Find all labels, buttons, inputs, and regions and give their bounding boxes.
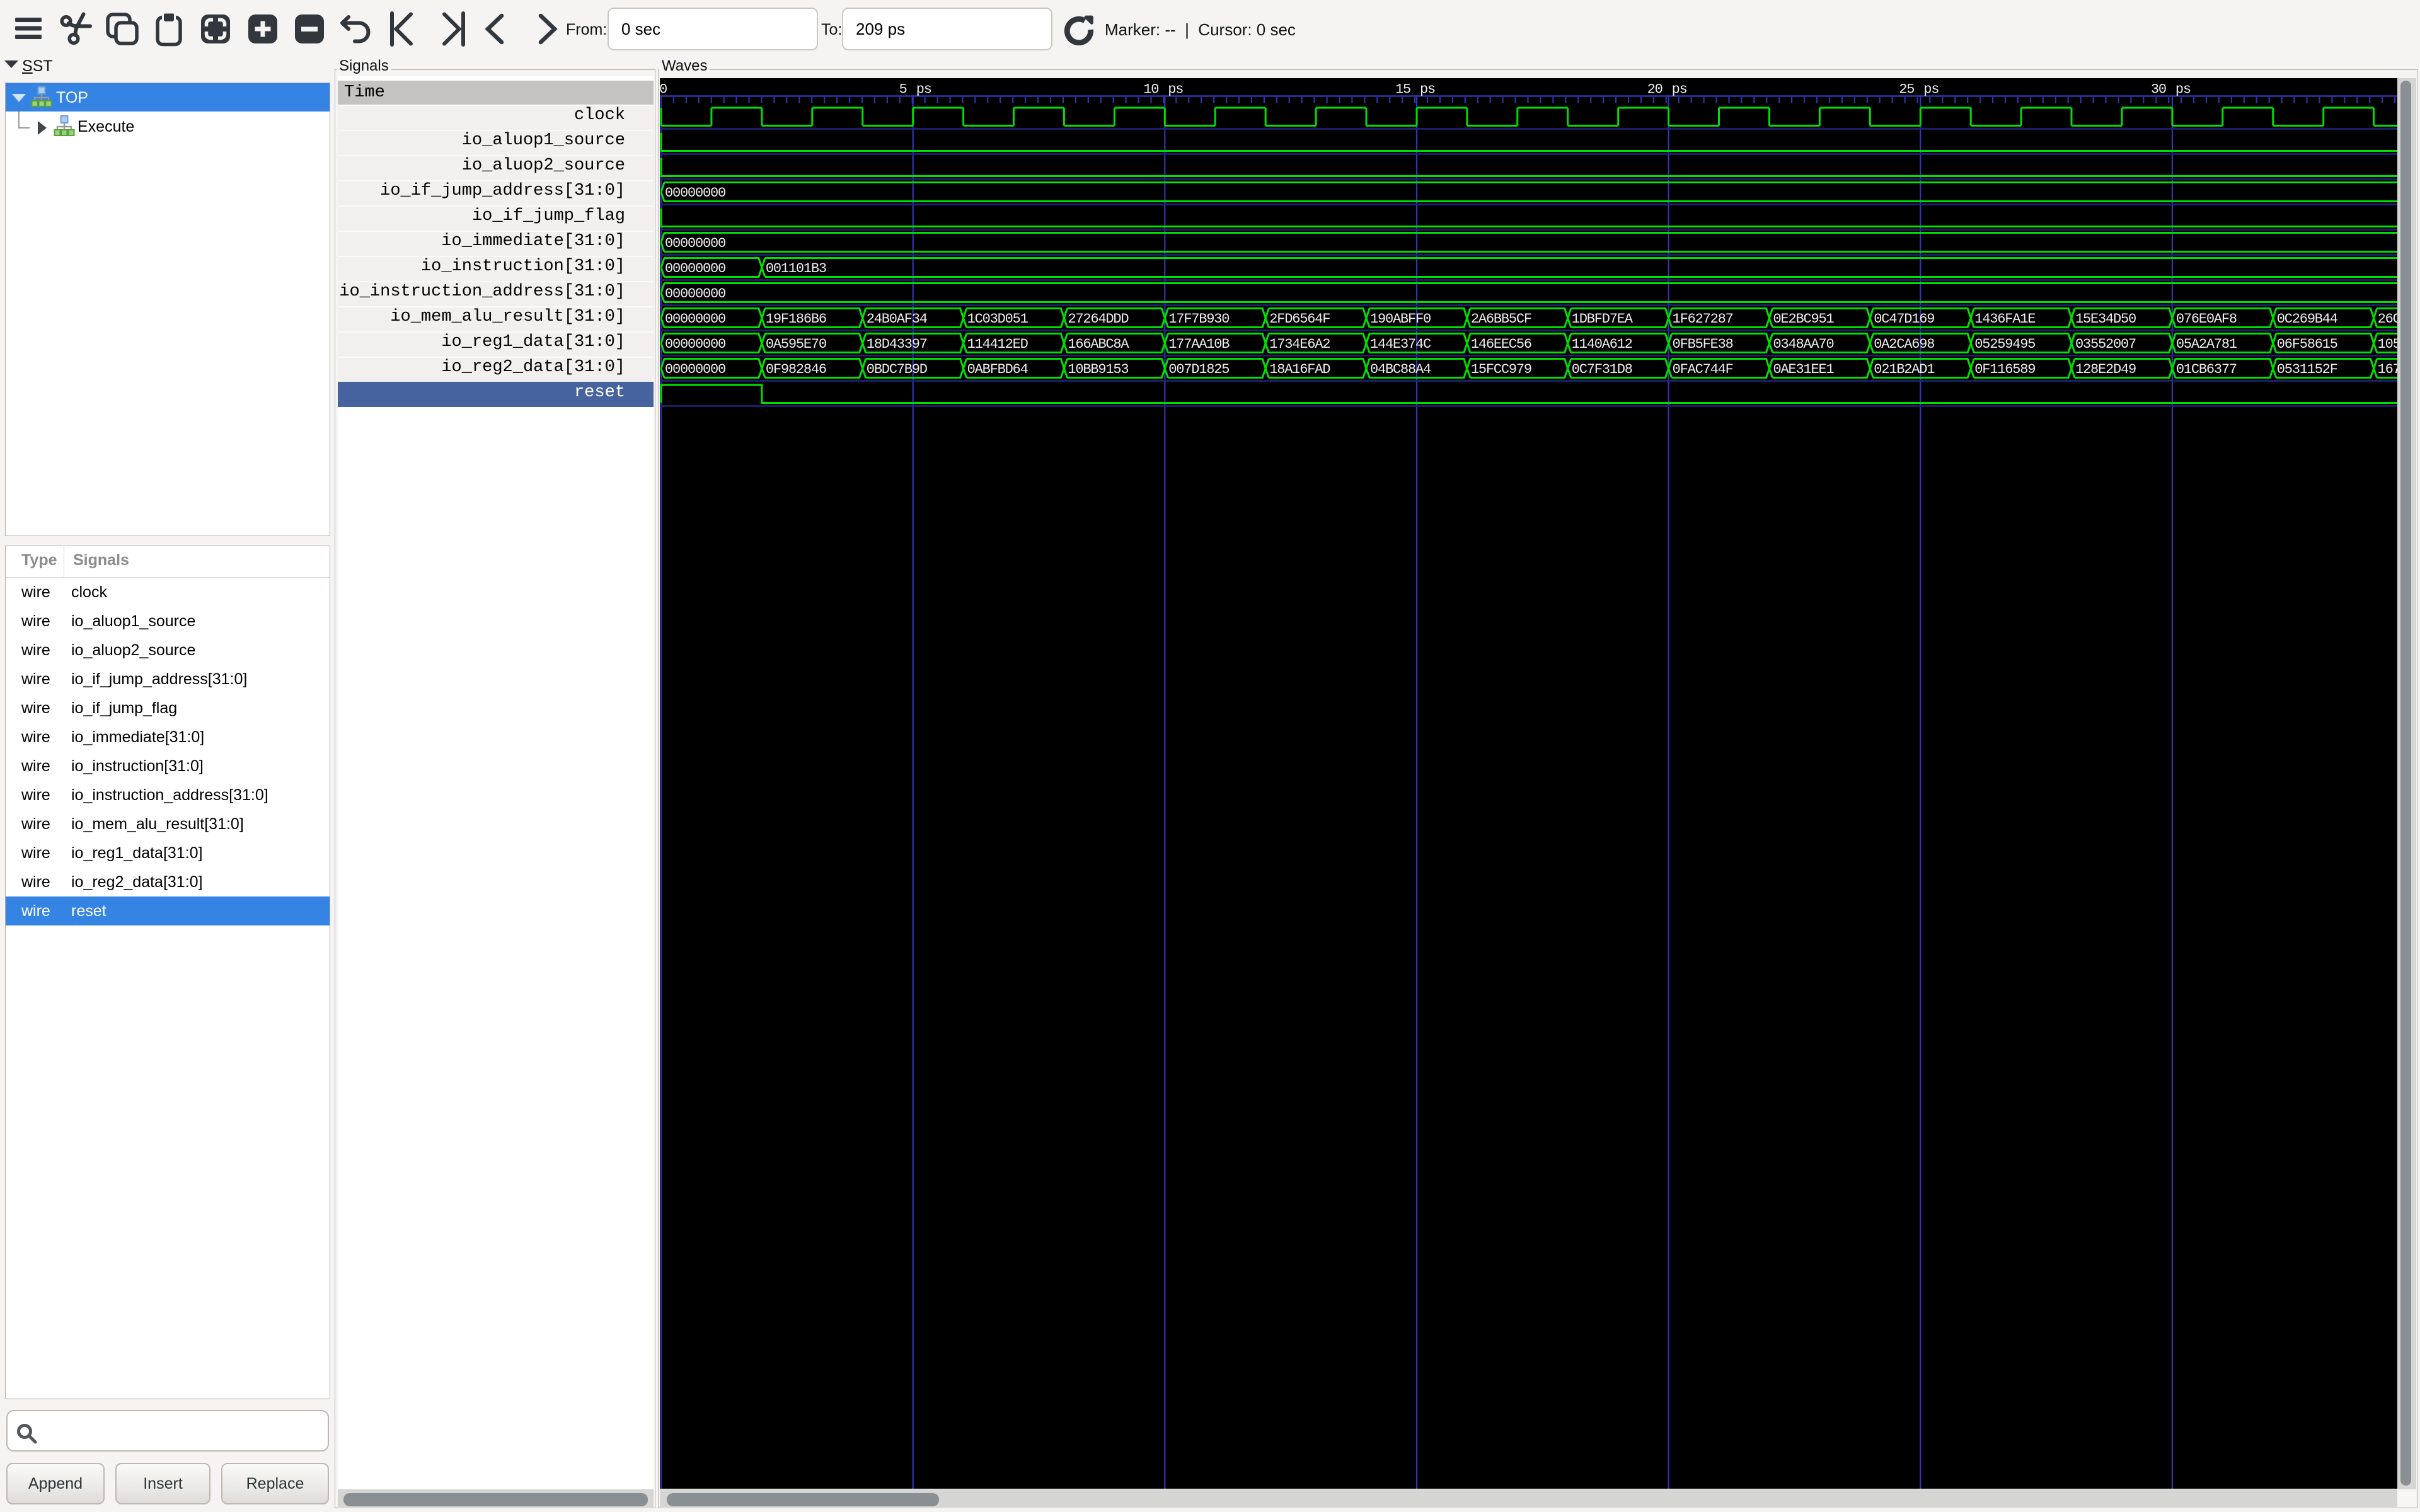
svg-text:5: 5 bbox=[899, 82, 907, 98]
svg-text:144E374C: 144E374C bbox=[1370, 336, 1431, 352]
svg-text:00000000: 00000000 bbox=[665, 286, 725, 302]
svg-text:0BDC7B9D: 0BDC7B9D bbox=[867, 362, 928, 377]
svg-text:26C: 26C bbox=[2378, 311, 2397, 327]
svg-text:128E2D49: 128E2D49 bbox=[2075, 362, 2136, 377]
svg-text:1F627287: 1F627287 bbox=[1673, 311, 1733, 327]
svg-text:1C03D051: 1C03D051 bbox=[967, 311, 1028, 327]
svg-text:0E2BC951: 0E2BC951 bbox=[1773, 311, 1835, 327]
svg-text:146EEC56: 146EEC56 bbox=[1471, 336, 1531, 352]
svg-text:24B0AF34: 24B0AF34 bbox=[867, 311, 928, 327]
svg-text:18A16FAD: 18A16FAD bbox=[1269, 362, 1330, 377]
svg-text:ps: ps bbox=[1420, 82, 1435, 98]
svg-text:1436FA1E: 1436FA1E bbox=[1974, 311, 2036, 327]
svg-text:0C47D169: 0C47D169 bbox=[1874, 311, 1934, 327]
svg-text:0FB5FE38: 0FB5FE38 bbox=[1673, 336, 1733, 352]
svg-text:001101B3: 001101B3 bbox=[766, 261, 826, 277]
svg-text:00000000: 00000000 bbox=[665, 236, 725, 251]
svg-text:0531152F: 0531152F bbox=[2277, 362, 2337, 377]
svg-text:00000000: 00000000 bbox=[665, 336, 725, 352]
svg-text:03552007: 03552007 bbox=[2075, 336, 2136, 352]
svg-text:05259495: 05259495 bbox=[1974, 336, 2035, 352]
svg-text:01CB6377: 01CB6377 bbox=[2176, 362, 2237, 377]
svg-text:10BB9153: 10BB9153 bbox=[1068, 362, 1128, 377]
svg-text:2A6BB5CF: 2A6BB5CF bbox=[1471, 311, 1531, 327]
svg-text:0FAC744F: 0FAC744F bbox=[1673, 362, 1733, 377]
svg-text:1734E6A2: 1734E6A2 bbox=[1269, 336, 1330, 352]
svg-text:00000000: 00000000 bbox=[665, 362, 725, 377]
svg-text:2FD6564F: 2FD6564F bbox=[1269, 311, 1330, 327]
svg-text:05A2A781: 05A2A781 bbox=[2176, 336, 2237, 352]
svg-text:0: 0 bbox=[660, 82, 667, 98]
svg-text:0C7F31D8: 0C7F31D8 bbox=[1572, 362, 1632, 377]
svg-text:27264DDD: 27264DDD bbox=[1068, 311, 1129, 327]
svg-text:17F7B930: 17F7B930 bbox=[1168, 311, 1229, 327]
svg-text:25: 25 bbox=[1899, 82, 1914, 98]
svg-text:114412ED: 114412ED bbox=[967, 336, 1028, 352]
svg-text:177AA10B: 177AA10B bbox=[1168, 336, 1230, 352]
svg-text:0348AA70: 0348AA70 bbox=[1773, 336, 1834, 352]
svg-text:30: 30 bbox=[2151, 82, 2166, 98]
svg-text:0A595E70: 0A595E70 bbox=[766, 336, 826, 352]
svg-text:19F186B6: 19F186B6 bbox=[766, 311, 826, 327]
svg-text:0A2CA698: 0A2CA698 bbox=[1874, 336, 1934, 352]
svg-text:167: 167 bbox=[2378, 362, 2397, 377]
svg-text:1140A612: 1140A612 bbox=[1572, 336, 1632, 352]
svg-text:076E0AF8: 076E0AF8 bbox=[2176, 311, 2237, 327]
svg-text:1DBFD7EA: 1DBFD7EA bbox=[1572, 311, 1634, 327]
svg-text:04BC88A4: 04BC88A4 bbox=[1370, 362, 1431, 377]
svg-text:00000000: 00000000 bbox=[665, 261, 725, 277]
svg-text:105: 105 bbox=[2378, 336, 2397, 352]
svg-text:0C269B44: 0C269B44 bbox=[2277, 311, 2338, 327]
svg-text:00000000: 00000000 bbox=[665, 311, 725, 327]
svg-text:20: 20 bbox=[1647, 82, 1662, 98]
svg-text:15E34D50: 15E34D50 bbox=[2075, 311, 2136, 327]
svg-text:190ABFF0: 190ABFF0 bbox=[1370, 311, 1431, 327]
svg-text:ps: ps bbox=[1672, 82, 1687, 98]
svg-text:ps: ps bbox=[1168, 82, 1183, 98]
svg-text:15: 15 bbox=[1395, 82, 1410, 98]
svg-text:0F982846: 0F982846 bbox=[766, 362, 826, 377]
svg-text:ps: ps bbox=[2175, 82, 2191, 98]
svg-text:00000000: 00000000 bbox=[665, 185, 725, 201]
svg-text:0AE31EE1: 0AE31EE1 bbox=[1773, 362, 1835, 377]
svg-text:0F116589: 0F116589 bbox=[1974, 362, 2035, 377]
svg-text:0ABFBD64: 0ABFBD64 bbox=[967, 362, 1028, 377]
svg-text:007D1825: 007D1825 bbox=[1168, 362, 1229, 377]
svg-text:021B2AD1: 021B2AD1 bbox=[1874, 362, 1935, 377]
svg-text:10: 10 bbox=[1143, 82, 1158, 98]
svg-text:18D43397: 18D43397 bbox=[867, 336, 927, 352]
svg-text:ps: ps bbox=[916, 82, 931, 98]
svg-text:06F58615: 06F58615 bbox=[2277, 336, 2337, 352]
svg-text:ps: ps bbox=[1923, 82, 1939, 98]
svg-text:166ABC8A: 166ABC8A bbox=[1068, 336, 1129, 352]
svg-text:15FCC979: 15FCC979 bbox=[1471, 362, 1531, 377]
